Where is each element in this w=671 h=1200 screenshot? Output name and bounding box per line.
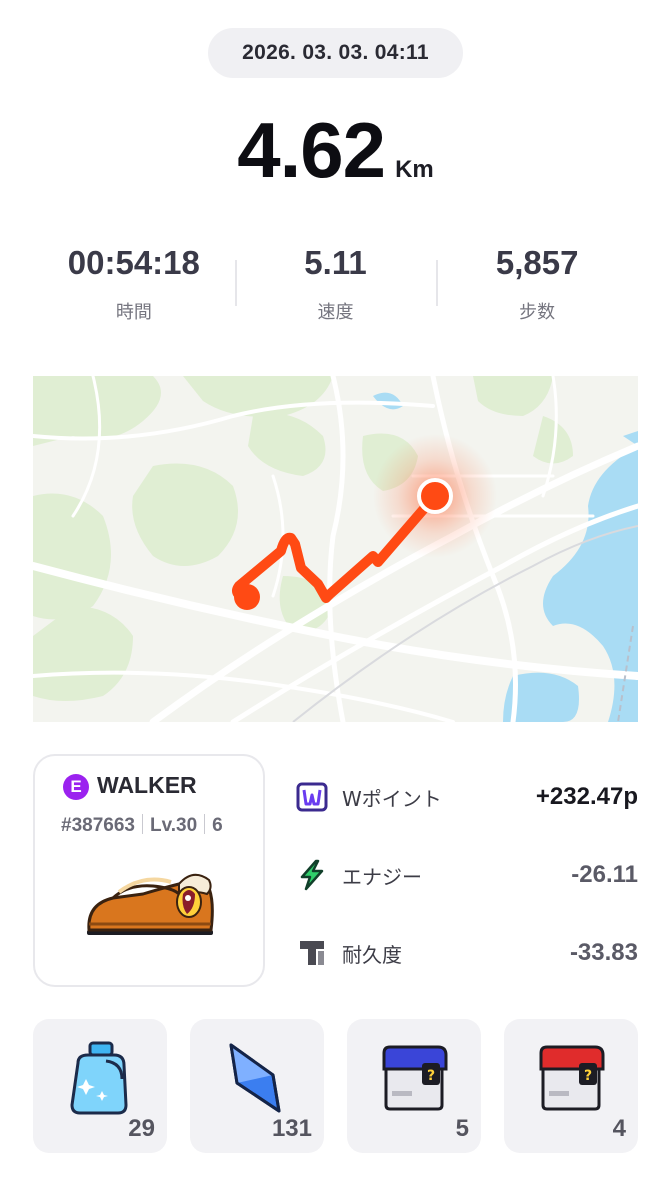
detergent-bottle-icon <box>70 1041 128 1115</box>
shoe-card[interactable]: E WALKER #387663 Lv.30 6 <box>33 754 265 987</box>
shoe-level: Lv.30 <box>149 815 198 836</box>
item-red-box[interactable]: ? 4 <box>504 1019 638 1153</box>
route-map[interactable] <box>33 376 638 722</box>
results-list: Wポイント +232.47p エナジー -26.11 耐久度 -33.83 <box>296 758 638 992</box>
result-energy: エナジー -26.11 <box>296 836 638 914</box>
stat-time-value: 00:54:18 <box>67 244 200 281</box>
durability-icon <box>300 941 324 965</box>
item-detergent[interactable]: 29 <box>33 1019 167 1153</box>
blue-gem-icon <box>229 1043 281 1113</box>
datetime-pill: 2026. 03. 03. 04:11 <box>208 28 463 78</box>
item-gem-count: 131 <box>271 1115 312 1142</box>
stat-steps-value: 5,857 <box>495 244 579 281</box>
stat-steps: 5,857 步数 <box>436 240 638 330</box>
result-w-point-label: Wポイント <box>342 786 442 811</box>
result-durability-label: 耐久度 <box>342 942 402 967</box>
result-durability: 耐久度 -33.83 <box>296 914 638 992</box>
result-durability-value: -33.83 <box>569 939 638 966</box>
result-w-point: Wポイント +232.47p <box>296 758 638 836</box>
route-start-marker <box>234 584 260 610</box>
route-end-marker <box>417 478 453 514</box>
item-gem[interactable]: 131 <box>190 1019 324 1153</box>
distance-value: 4.62 <box>237 106 386 194</box>
route-map-svg <box>33 376 638 722</box>
workout-result-screen: 2026. 03. 03. 04:11 4.62 Km 00:54:18 時間 5… <box>0 0 671 1200</box>
result-w-point-value: +232.47p <box>535 783 638 810</box>
shoe-name: WALKER <box>97 772 197 798</box>
red-mystery-box-icon: ? <box>539 1045 605 1111</box>
stat-time-label: 時間 <box>115 302 152 323</box>
stats-row: 00:54:18 時間 5.11 速度 5,857 步数 <box>33 240 638 330</box>
blue-mystery-box-icon: ? <box>382 1045 448 1111</box>
svg-text:?: ? <box>427 1068 435 1084</box>
svg-text:?: ? <box>584 1068 592 1084</box>
shoe-id: #387663 <box>61 815 135 836</box>
stat-time: 00:54:18 時間 <box>33 240 235 330</box>
item-detergent-count: 29 <box>128 1115 155 1142</box>
stat-speed-value: 5.11 <box>304 244 367 281</box>
result-energy-value: -26.11 <box>571 861 638 888</box>
item-rewards: 29 131 ? 5 ? 4 <box>33 1019 638 1153</box>
shoe-extra: 6 <box>212 815 223 836</box>
stat-steps-label: 步数 <box>519 302 556 323</box>
stat-speed-label: 速度 <box>317 302 354 323</box>
rarity-badge: E <box>63 774 89 800</box>
meta-divider <box>141 814 143 834</box>
distance-unit: Km <box>395 156 434 183</box>
item-red-box-count: 4 <box>612 1115 626 1142</box>
meta-divider <box>204 814 206 834</box>
shoe-meta: #387663 Lv.30 6 <box>61 814 223 837</box>
result-energy-label: エナジー <box>342 864 422 889</box>
energy-icon <box>300 859 324 891</box>
w-point-icon <box>296 782 328 812</box>
item-blue-box-count: 5 <box>455 1115 469 1142</box>
moccasin-shoe-icon <box>87 873 214 935</box>
item-blue-box[interactable]: ? 5 <box>347 1019 481 1153</box>
distance-display: 4.62 Km <box>0 105 671 195</box>
stat-speed: 5.11 速度 <box>234 240 437 330</box>
